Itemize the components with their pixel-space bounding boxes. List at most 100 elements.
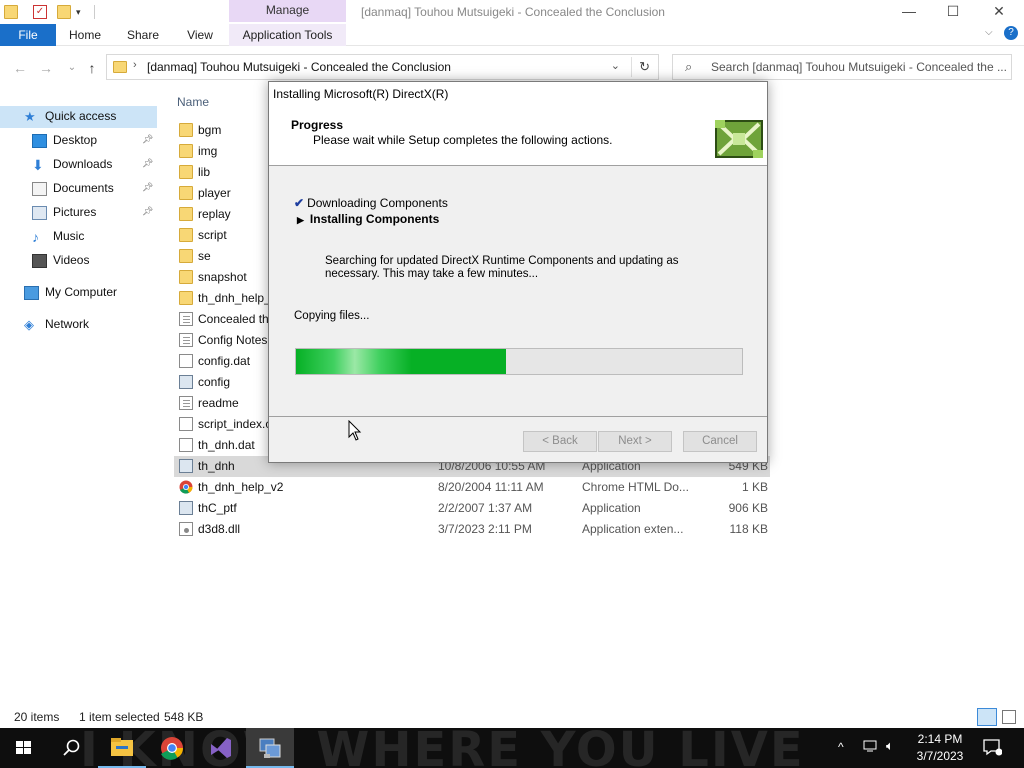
new-folder-icon[interactable] [57,5,71,19]
help-icon[interactable]: ? [1004,26,1018,40]
file-icon [179,354,193,368]
dialog-title-bar[interactable]: Installing Microsoft(R) DirectX(R) [269,82,767,106]
search-button[interactable] [48,728,96,768]
pin-icon[interactable]: 📌︎ [142,134,153,145]
up-arrow-icon[interactable]: ↑ [82,58,102,78]
pin-icon[interactable]: 📌︎ [142,206,153,217]
cancel-button[interactable]: Cancel [683,431,757,452]
customize-toolbar-icon[interactable]: ▾ [76,5,90,19]
address-path[interactable]: [danmaq] Touhou Mutsuigeki - Concealed t… [147,60,451,74]
file-name: config.dat [198,354,251,368]
setup-icon [259,738,281,758]
directx-setup-taskbar-button[interactable] [246,728,294,768]
taskbar-clock[interactable]: 2:14 PM 3/7/2023 [908,731,972,765]
desktop-icon [32,134,47,148]
chrome-taskbar-button[interactable] [148,728,196,768]
window-title: [danmaq] Touhou Mutsuigeki - Concealed t… [361,5,665,19]
windows-logo-icon [16,741,31,754]
forward-arrow-icon[interactable]: → [36,58,56,78]
file-name: lib [198,165,211,179]
chevron-down-icon[interactable]: ⌵ [985,27,993,38]
separator [94,5,95,19]
chevron-right-icon[interactable]: › [133,59,137,71]
notifications-icon[interactable] [982,738,1003,756]
file-name: Concealed th [198,312,269,326]
tab-home[interactable]: Home [60,24,110,46]
visual-studio-taskbar-button[interactable] [197,728,245,768]
sidebar-item-downloads[interactable]: ⬇ Downloads 📌︎ [0,154,157,176]
file-name: th_dnh [198,459,235,473]
star-icon: ★ [24,109,36,124]
search-icon [63,739,80,756]
dialog-status: Copying files... [294,310,370,322]
tab-application-tools[interactable]: Application Tools [229,24,346,46]
file-name: Config Notes [198,333,268,347]
minimize-button[interactable]: — [886,0,932,24]
sidebar-item-network[interactable]: ◈ Network [0,314,157,336]
back-button[interactable]: < Back [523,431,597,452]
close-button[interactable]: ✕ [976,0,1022,24]
maximize-button[interactable]: ☐ [930,0,976,24]
sidebar-item-music[interactable]: ♪ Music [0,226,157,248]
back-arrow-icon[interactable]: ← [10,58,30,78]
music-icon: ♪ [32,229,39,245]
column-header-name[interactable]: Name [177,95,209,109]
chevron-up-icon[interactable]: ^ [838,740,844,754]
recent-locations-icon[interactable]: ⌄ [62,58,82,78]
file-explorer-taskbar-button[interactable] [98,728,146,768]
dll-file-icon [179,522,193,536]
properties-icon[interactable]: ✓ [33,5,47,19]
file-type: Application exten... [582,522,684,536]
sidebar-item-label: My Computer [45,285,118,299]
file-row[interactable]: th_dnh_help_v2 8/20/2004 11:11 AM Chrome H… [174,477,770,498]
file-date: 2/2/2007 1:37 AM [438,501,533,515]
file-name: replay [198,207,231,221]
network-status-icon[interactable] [862,739,880,753]
pin-icon[interactable]: 📌︎ [142,182,153,193]
documents-icon [32,182,47,196]
sidebar-item-my-computer[interactable]: My Computer [0,282,157,304]
start-button[interactable] [0,728,48,768]
file-date: 3/7/2023 2:11 PM [438,522,532,536]
tab-manage[interactable]: Manage [229,0,346,22]
next-button[interactable]: Next > [598,431,672,452]
text-file-icon [179,312,193,326]
folder-icon[interactable] [4,5,18,19]
sidebar-item-documents[interactable]: Documents 📌︎ [0,178,157,200]
search-box[interactable]: ⌕ Search [danmaq] Touhou Mutsuigeki - Co… [672,54,1012,80]
sidebar-item-quick-access[interactable]: ★ Quick access [0,106,157,128]
file-name: script [198,228,227,242]
volume-icon[interactable]: 🔈︎ [886,738,894,754]
sidebar-item-label: Desktop [53,133,98,147]
folder-icon [113,61,127,73]
file-type: Chrome HTML Do... [582,480,689,494]
chevron-down-icon[interactable]: ⌄ [611,59,620,72]
navigation-pane: ★ Quick access Desktop 📌︎ ⬇ Downloads 📌︎ Docume… [0,100,160,400]
file-size: 1 KB [741,480,768,494]
step-installing: ▶ Installing Components [297,212,439,226]
file-row[interactable]: d3d8.dll 3/7/2023 2:11 PM Application exte… [174,519,770,540]
file-name: d3d8.dll [198,522,241,536]
sidebar-item-desktop[interactable]: Desktop 📌︎ [0,130,157,152]
file-row[interactable]: thC_ptf 2/2/2007 1:37 AM Application 906 KB [174,498,770,519]
large-icons-view-icon[interactable] [1002,710,1016,724]
details-view-icon[interactable] [977,708,997,726]
sidebar-item-label: Videos [53,253,90,267]
tab-view[interactable]: View [178,24,222,46]
chrome-icon [161,737,183,760]
file-icon [179,417,193,431]
sidebar-item-label: Music [53,229,85,243]
address-bar[interactable]: › [danmaq] Touhou Mutsuigeki - Concealed… [106,54,659,80]
arrow-right-icon: ▶ [297,215,304,225]
refresh-icon[interactable]: ↻ [639,59,650,75]
dialog-header: Progress Please wait while Setup complet… [269,106,767,166]
search-icon: ⌕ [685,59,693,74]
text-file-icon [179,333,193,347]
tab-share[interactable]: Share [120,24,166,46]
pin-icon[interactable]: 📌︎ [142,158,153,169]
sidebar-item-videos[interactable]: Videos [0,250,157,272]
checkmark-icon: ✔ [294,196,305,210]
sidebar-item-pictures[interactable]: Pictures 📌︎ [0,202,157,224]
tab-file[interactable]: File [0,24,56,46]
search-input[interactable]: Search [danmaq] Touhou Mutsuigeki - Conc… [711,60,1007,74]
